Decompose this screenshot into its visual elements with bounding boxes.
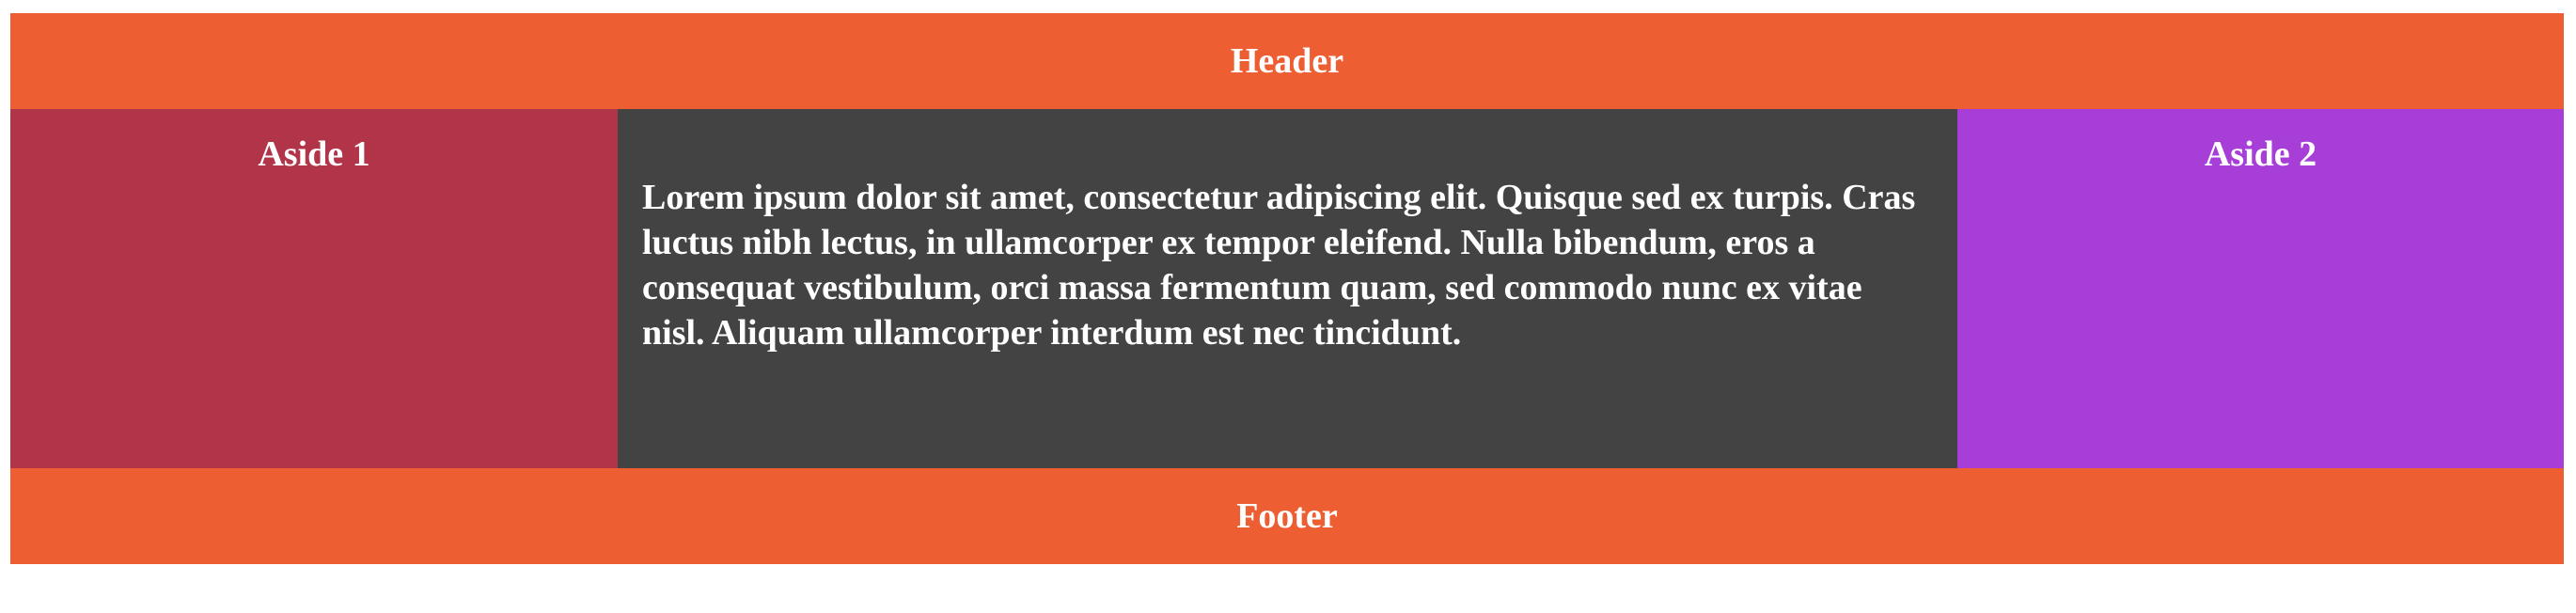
- main-paragraph: Lorem ipsum dolor sit amet, consectetur …: [642, 178, 1916, 353]
- aside-1: Aside 1: [10, 109, 618, 468]
- main-content: Lorem ipsum dolor sit amet, consectetur …: [618, 109, 1957, 468]
- aside-1-title: Aside 1: [258, 134, 370, 174]
- header: Header: [10, 13, 2564, 109]
- footer: Footer: [10, 468, 2564, 564]
- header-title: Header: [1230, 41, 1344, 81]
- aside-2: Aside 2: [1957, 109, 2564, 468]
- aside-2-title: Aside 2: [2204, 134, 2317, 174]
- footer-title: Footer: [1236, 496, 1338, 536]
- page-layout: Header Aside 1 Lorem ipsum dolor sit ame…: [10, 13, 2564, 564]
